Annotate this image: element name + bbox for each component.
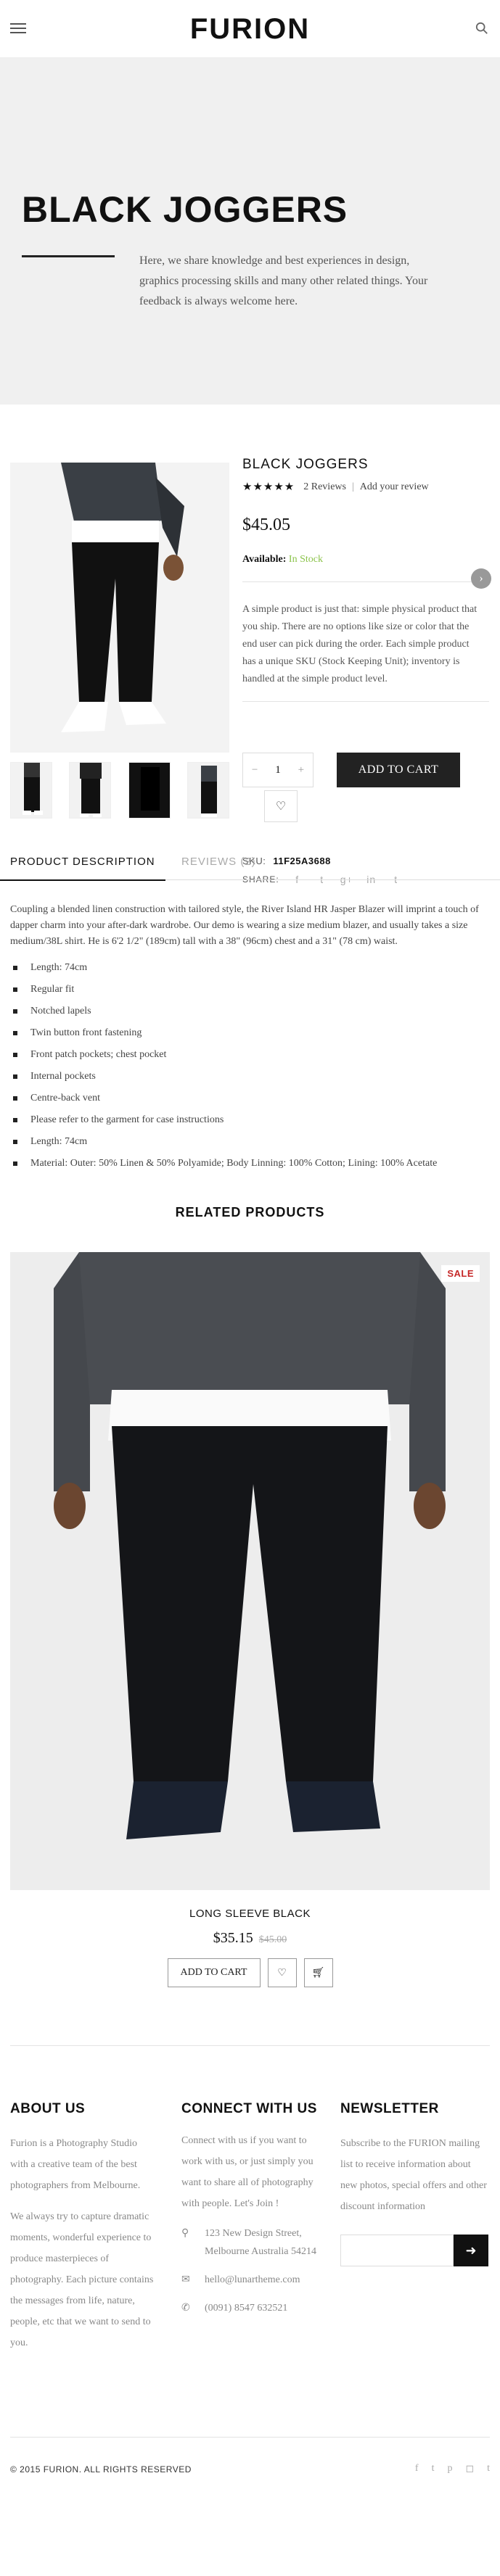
tab-reviews[interactable]: REVIEWS (2): [181, 856, 256, 868]
product-main-image[interactable]: [10, 463, 229, 753]
address-text: 123 New Design Street, Melbourne Austral…: [205, 2228, 316, 2257]
heart-icon: ♡: [277, 1967, 287, 1979]
thumbnail-2[interactable]: [69, 762, 112, 819]
list-item: Twin button front fastening: [10, 1025, 490, 1041]
about-title: ABOUT US: [10, 2101, 86, 2116]
instagram-icon[interactable]: ◻: [465, 2463, 474, 2475]
thumbnail-4[interactable]: [187, 762, 229, 819]
footer-bottom-bar: © 2015 FURION. ALL RIGHTS RESERVED f t p…: [10, 2437, 490, 2499]
star-rating: ★★★★★: [242, 481, 295, 493]
chevron-right-icon[interactable]: ›: [471, 568, 491, 589]
product-info: BLACK JOGGERS ★★★★★ 2 Reviews | Add your…: [242, 457, 489, 885]
separator: |: [351, 481, 354, 492]
rating-row: ★★★★★ 2 Reviews | Add your review: [242, 480, 489, 494]
search-icon[interactable]: [475, 22, 488, 35]
availability-label: Available:: [242, 554, 287, 565]
list-item: Front patch pockets; chest pocket: [10, 1047, 490, 1063]
current-price: $35.15: [213, 1930, 253, 1946]
product-price: $45.05: [242, 515, 290, 534]
page-hero: BLACK JOGGERS Here, we share knowledge a…: [0, 58, 500, 405]
product-short-description: A simple product is just that: simple ph…: [242, 604, 478, 684]
about-text-1: Furion is a Photography Studio with a cr…: [10, 2138, 141, 2191]
connect-text: Connect with us if you want to work with…: [181, 2135, 313, 2209]
page-title: BLACK JOGGERS: [22, 189, 348, 230]
related-add-to-cart-button[interactable]: ADD TO CART: [167, 1958, 261, 1987]
reviews-link[interactable]: 2 Reviews: [303, 481, 346, 493]
newsletter-submit-button[interactable]: ➜: [454, 2235, 488, 2266]
list-item: Regular fit: [10, 982, 490, 998]
phone-icon: ✆: [181, 2303, 190, 2314]
related-products-heading: RELATED PRODUCTS: [175, 1205, 325, 1219]
site-header: FURION: [0, 0, 500, 58]
list-item: Length: 74cm: [10, 1134, 490, 1150]
old-price: $45.00: [258, 1934, 287, 1945]
newsletter-form: ➜: [340, 2235, 490, 2266]
email-link[interactable]: hello@lunartheme.com: [205, 2271, 300, 2289]
list-item: Length: 74cm: [10, 960, 490, 976]
pinterest-icon[interactable]: p: [447, 2463, 452, 2475]
phone-text: (0091) 8547 632521: [205, 2303, 288, 2314]
arrow-right-icon: ➜: [465, 2242, 477, 2258]
wishlist-button[interactable]: ♡: [264, 790, 298, 822]
thumbnail-3[interactable]: [128, 762, 171, 819]
copyright: © 2015 FURION. ALL RIGHTS RESERVED: [10, 2464, 192, 2474]
cart-icon: 🛒︎: [311, 1967, 325, 1979]
product-tabs: PRODUCT DESCRIPTION REVIEWS (2): [0, 847, 500, 881]
address-line: ⚲ 123 New Design Street, Melbourne Austr…: [181, 2224, 327, 2261]
title-divider: [22, 255, 115, 257]
footer-social-links: f t p ◻ t: [415, 2463, 490, 2475]
list-item: Please refer to the garment for case ins…: [10, 1112, 490, 1128]
related-product-name[interactable]: LONG SLEEVE BLACK: [0, 1908, 500, 1920]
add-review-link[interactable]: Add your review: [360, 481, 429, 493]
product-title: BLACK JOGGERS: [242, 457, 369, 472]
related-product-price: $35.15 $45.00: [0, 1930, 500, 1947]
thumbnail-1[interactable]: [10, 762, 52, 819]
footer-about: ABOUT US Furion is a Photography Studio …: [10, 2100, 155, 2353]
availability: Available: In Stock: [242, 554, 489, 566]
qty-increase-button[interactable]: +: [298, 764, 304, 776]
sale-badge: SALE: [441, 1265, 480, 1282]
connect-title: CONNECT WITH US: [181, 2101, 317, 2116]
hero-text: Here, we share knowledge and best experi…: [139, 254, 428, 307]
footer-connect: CONNECT WITH US Connect with us if you w…: [181, 2100, 327, 2317]
tab-product-description[interactable]: PRODUCT DESCRIPTION: [0, 856, 165, 881]
about-text-2: We always try to capture dramatic moment…: [10, 2211, 154, 2348]
list-item: Centre-back vent: [10, 1090, 490, 1106]
list-item: Notched lapels: [10, 1003, 490, 1019]
location-icon: ⚲: [181, 2228, 189, 2239]
product-section: BLACK JOGGERS ★★★★★ 2 Reviews | Add your…: [0, 405, 500, 885]
feature-list: Length: 74cm Regular fit Notched lapels …: [10, 960, 490, 1172]
list-item: Material: Outer: 50% Linen & 50% Polyami…: [10, 1156, 490, 1172]
facebook-icon[interactable]: f: [415, 2463, 419, 2475]
newsletter-text: Subscribe to the FURION mailing list to …: [340, 2138, 487, 2212]
add-to-cart-button[interactable]: ADD TO CART: [337, 753, 460, 787]
related-wishlist-button[interactable]: ♡: [267, 1958, 297, 1987]
related-product-image[interactable]: SALE: [10, 1252, 490, 1890]
list-item: Internal pockets: [10, 1069, 490, 1085]
heart-icon: ♡: [275, 800, 287, 813]
quantity-stepper: − 1 +: [242, 753, 313, 787]
divider: [242, 701, 489, 702]
related-cart-button[interactable]: 🛒︎: [303, 1958, 333, 1987]
description-paragraph: Coupling a blended linen construction wi…: [10, 904, 479, 947]
tumblr-icon[interactable]: t: [487, 2463, 490, 2475]
phone-line: ✆ (0091) 8547 632521: [181, 2299, 327, 2317]
related-product-actions: ADD TO CART ♡ 🛒︎: [0, 1958, 500, 1987]
divider: [242, 581, 489, 582]
footer-newsletter: NEWSLETTER Subscribe to the FURION maili…: [340, 2100, 490, 2266]
email-line: ✉ hello@lunartheme.com: [181, 2271, 327, 2289]
product-description-panel: Coupling a blended linen construction wi…: [0, 880, 500, 1172]
product-thumbnails: [10, 762, 229, 819]
twitter-icon[interactable]: t: [432, 2463, 435, 2475]
footer: ABOUT US Furion is a Photography Studio …: [10, 2045, 490, 2437]
qty-decrease-button[interactable]: −: [252, 764, 258, 776]
site-logo[interactable]: FURION: [0, 13, 500, 46]
qty-value[interactable]: 1: [275, 764, 281, 776]
newsletter-title: NEWSLETTER: [340, 2101, 439, 2116]
newsletter-email-input[interactable]: [340, 2235, 454, 2266]
stock-status: In Stock: [288, 554, 323, 565]
mail-icon: ✉: [181, 2274, 190, 2285]
